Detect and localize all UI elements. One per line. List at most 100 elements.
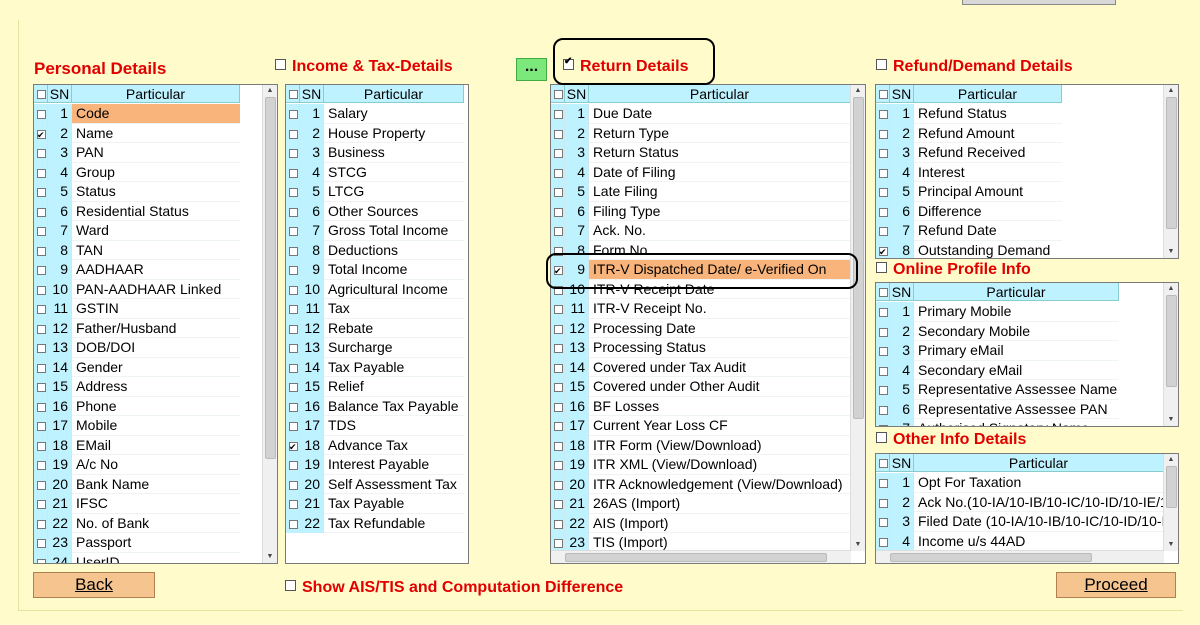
row-checkbox-cell[interactable]: [876, 182, 890, 202]
table-row[interactable]: 3 Filed Date (10-IA/10-IB/10-IC/10-ID/10-…: [876, 512, 1164, 532]
vertical-scrollbar[interactable]: ▲ ▼: [1163, 283, 1178, 426]
vertical-scrollbar[interactable]: ▲ ▼: [1163, 454, 1178, 551]
h-scroll-thumb[interactable]: [890, 553, 1092, 562]
row-checkbox-cell[interactable]: [34, 377, 48, 397]
table-row[interactable]: 10 Agricultural Income: [286, 279, 464, 299]
row-particular[interactable]: TAN: [72, 241, 240, 260]
row-particular[interactable]: Interest Payable: [324, 455, 464, 475]
row-checkbox-cell[interactable]: [34, 162, 48, 182]
row-checkbox-cell[interactable]: [34, 533, 48, 553]
select-all-checkbox[interactable]: [286, 85, 300, 103]
row-checkbox[interactable]: [879, 518, 888, 527]
vertical-scrollbar[interactable]: ▲ ▼: [850, 85, 865, 551]
row-checkbox-cell[interactable]: [34, 123, 48, 145]
table-row[interactable]: 22 AIS (Import): [551, 513, 851, 533]
particular-header[interactable]: Particular: [914, 454, 1164, 472]
vertical-scrollbar[interactable]: ▲ ▼: [1163, 85, 1178, 258]
row-particular[interactable]: Processing Date: [589, 319, 851, 338]
table-row[interactable]: 19 Interest Payable: [286, 455, 464, 475]
row-particular[interactable]: Date of Filing: [589, 163, 851, 182]
back-button[interactable]: Back: [33, 572, 155, 598]
table-row[interactable]: 21 IFSC: [34, 494, 240, 514]
row-checkbox[interactable]: [289, 383, 298, 392]
row-checkbox-cell[interactable]: [286, 513, 300, 533]
row-particular[interactable]: Ack No.(10-IA/10-IB/10-IC/10-ID/10-IE/10…: [914, 493, 1164, 512]
row-checkbox[interactable]: [37, 363, 46, 373]
row-particular[interactable]: Refund Status: [914, 104, 1062, 124]
table-row[interactable]: 7 Gross Total Income: [286, 221, 464, 241]
select-all-checkbox[interactable]: [876, 454, 890, 472]
row-checkbox-cell[interactable]: [286, 221, 300, 241]
scroll-thumb[interactable]: [265, 97, 276, 459]
row-checkbox-cell[interactable]: [876, 321, 890, 341]
online-profile-checkbox[interactable]: [876, 262, 887, 273]
row-checkbox[interactable]: [554, 344, 563, 353]
table-row[interactable]: 7 Ack. No.: [551, 221, 851, 241]
row-checkbox-cell[interactable]: [551, 201, 565, 221]
row-particular[interactable]: Interest: [914, 163, 1062, 182]
horizontal-scrollbar[interactable]: [876, 550, 1164, 563]
row-checkbox-cell[interactable]: [876, 341, 890, 361]
row-checkbox[interactable]: [289, 227, 298, 236]
show-ais-tis-checkbox[interactable]: [285, 580, 296, 591]
row-particular[interactable]: PAN-AADHAAR Linked: [72, 280, 240, 299]
table-row[interactable]: 4 Income u/s 44AD: [876, 531, 1164, 551]
table-row[interactable]: 14 Tax Payable: [286, 357, 464, 377]
table-row[interactable]: 3 Business: [286, 143, 464, 163]
row-particular[interactable]: Code: [72, 104, 240, 124]
table-row[interactable]: 21 Tax Payable: [286, 494, 464, 514]
row-particular[interactable]: Business: [324, 143, 464, 163]
table-row[interactable]: 13 DOB/DOI: [34, 338, 240, 358]
row-checkbox[interactable]: [879, 308, 888, 317]
row-particular[interactable]: ITR Form (View/Download): [589, 436, 851, 455]
row-checkbox-cell[interactable]: [876, 221, 890, 241]
particular-header[interactable]: Particular: [914, 85, 1062, 103]
row-particular[interactable]: Gender: [72, 358, 240, 377]
row-checkbox-cell[interactable]: [34, 357, 48, 377]
row-particular[interactable]: Tax Payable: [324, 494, 464, 514]
row-particular[interactable]: Advance Tax: [324, 436, 464, 455]
row-checkbox[interactable]: [289, 402, 298, 412]
select-all-box[interactable]: [879, 288, 888, 297]
table-row[interactable]: 5 Late Filing: [551, 182, 851, 202]
refund-demand-title[interactable]: Refund/Demand Details: [876, 58, 1073, 76]
row-checkbox-cell[interactable]: [286, 123, 300, 143]
row-checkbox[interactable]: [37, 480, 46, 490]
row-checkbox[interactable]: [554, 519, 563, 529]
row-checkbox[interactable]: [879, 479, 888, 488]
row-checkbox-cell[interactable]: [34, 104, 48, 124]
table-row[interactable]: 9 Total Income: [286, 260, 464, 280]
row-particular[interactable]: Representative Assessee Name: [914, 380, 1119, 400]
row-checkbox-cell[interactable]: [876, 143, 890, 163]
row-particular[interactable]: Representative Assessee PAN: [914, 400, 1119, 419]
row-particular[interactable]: BF Losses: [589, 397, 851, 416]
table-row[interactable]: 4 STCG: [286, 162, 464, 182]
row-particular[interactable]: Late Filing: [589, 182, 851, 202]
row-particular[interactable]: Mobile: [72, 416, 240, 436]
select-all-box[interactable]: [554, 90, 563, 99]
row-checkbox[interactable]: [37, 441, 46, 451]
row-particular[interactable]: Residential Status: [72, 202, 240, 221]
table-row[interactable]: 23 Passport: [34, 533, 240, 553]
row-checkbox-cell[interactable]: [551, 416, 565, 436]
row-checkbox-cell[interactable]: [876, 360, 890, 380]
table-row[interactable]: 11 GSTIN: [34, 299, 240, 319]
row-checkbox[interactable]: [37, 500, 46, 509]
select-all-checkbox[interactable]: [34, 85, 48, 103]
row-checkbox-cell[interactable]: [286, 338, 300, 358]
row-checkbox[interactable]: [879, 366, 888, 376]
row-checkbox[interactable]: [37, 305, 46, 314]
row-checkbox[interactable]: [554, 500, 563, 509]
particular-header[interactable]: Particular: [914, 283, 1119, 301]
more-options-button[interactable]: ...: [516, 58, 547, 81]
table-row[interactable]: 2 House Property: [286, 123, 464, 143]
table-row[interactable]: 16 Phone: [34, 396, 240, 416]
row-checkbox-cell[interactable]: [286, 318, 300, 338]
row-particular[interactable]: TDS: [324, 416, 464, 436]
other-info-checkbox[interactable]: [876, 432, 887, 443]
table-row[interactable]: 12 Rebate: [286, 318, 464, 338]
refund-demand-checkbox[interactable]: [876, 59, 887, 70]
row-particular[interactable]: Opt For Taxation: [914, 473, 1164, 493]
row-particular[interactable]: Tax Payable: [324, 358, 464, 377]
table-row[interactable]: 6 Difference: [876, 201, 1062, 221]
